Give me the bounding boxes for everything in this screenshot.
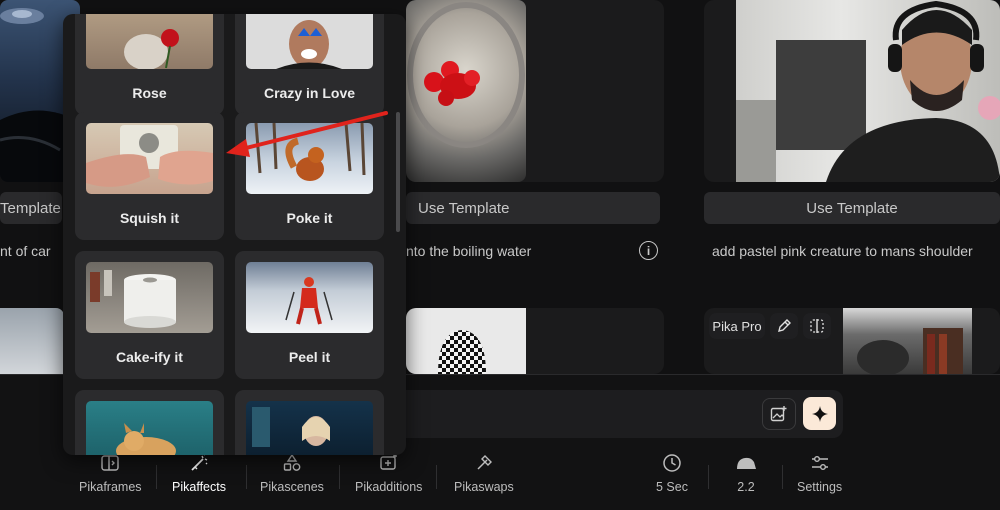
pika-app: Template nt of car Use Template nto the … bbox=[0, 0, 1000, 510]
annotation-arrow-icon bbox=[226, 111, 388, 157]
